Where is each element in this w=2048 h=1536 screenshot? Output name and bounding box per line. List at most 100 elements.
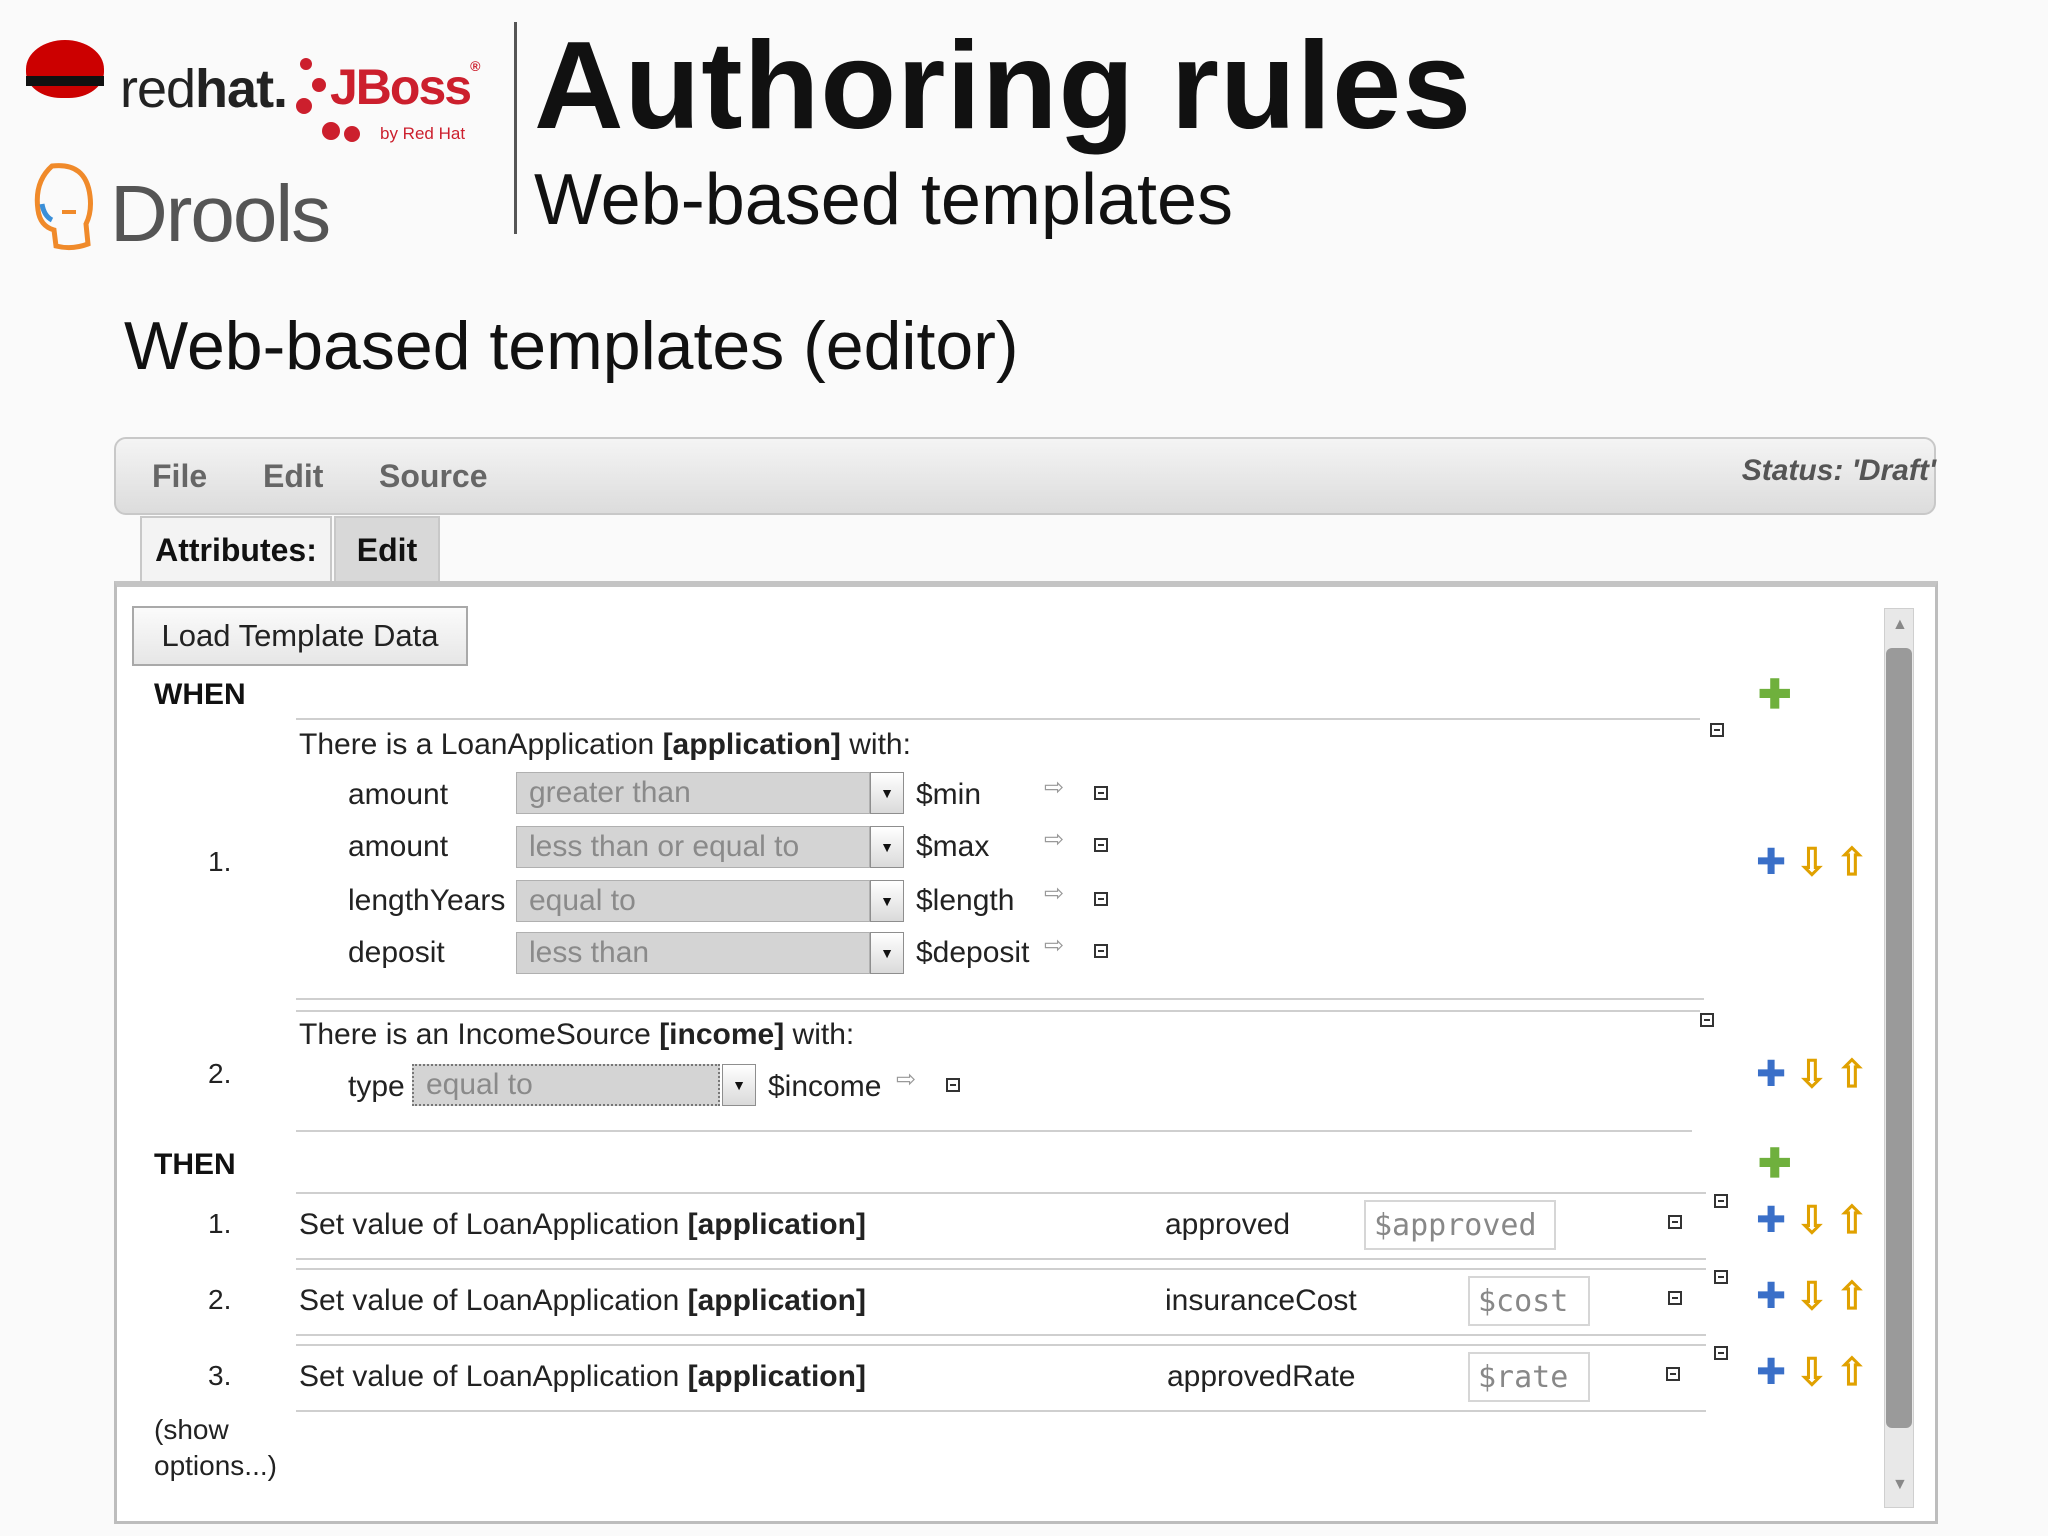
condition-1-bottom-line	[296, 998, 1704, 1000]
operator-select[interactable]: less than	[516, 932, 870, 974]
edit-value-icon[interactable]: ⇨	[896, 1068, 936, 1104]
chevron-down-icon[interactable]: ▼	[870, 772, 904, 814]
arrow-up-icon[interactable]: ⇧	[1836, 1278, 1868, 1316]
jboss-dot-icon	[312, 78, 326, 92]
section-title: Web-based templates (editor)	[124, 308, 1019, 384]
jboss-byline: by Red Hat	[380, 124, 466, 143]
edit-value-icon[interactable]: ⇨	[1044, 934, 1084, 970]
condition-2-pattern: There is an IncomeSource [income] with:	[299, 1018, 855, 1051]
operator-select[interactable]: less than or equal to	[516, 826, 870, 868]
header-divider	[514, 22, 517, 234]
show-options-link-line1[interactable]: (show	[154, 1414, 229, 1446]
drools-logo: Drools	[110, 169, 331, 258]
redhat-logo: redhat.	[120, 59, 288, 119]
action-2-text: Set value of LoanApplication [applicatio…	[299, 1284, 866, 1317]
arrow-down-icon[interactable]: ⇩	[1796, 844, 1828, 882]
jboss-dot-icon	[300, 58, 312, 70]
arrow-down-icon[interactable]: ⇩	[1796, 1056, 1828, 1094]
chevron-down-icon[interactable]: ▼	[870, 880, 904, 922]
condition-2-number: 2.	[208, 1058, 232, 1089]
remove-constraint-minus-icon[interactable]	[1094, 838, 1108, 852]
remove-constraint-minus-icon[interactable]	[946, 1078, 960, 1092]
edit-value-icon[interactable]: ⇨	[1044, 828, 1084, 864]
action-1-bottom-line	[296, 1258, 1706, 1260]
show-options-link-line2[interactable]: options...)	[154, 1450, 277, 1482]
remove-field-minus-icon[interactable]	[1666, 1367, 1680, 1381]
insert-below-icon[interactable]: ✚	[1756, 844, 1786, 880]
arrow-up-icon[interactable]: ⇧	[1836, 1056, 1868, 1094]
operator-select[interactable]: equal to	[516, 880, 870, 922]
load-template-data-button[interactable]: Load Template Data	[132, 606, 468, 666]
redhat-hat-band	[26, 76, 104, 86]
remove-action-2-minus-icon[interactable]	[1714, 1270, 1728, 1284]
chevron-down-icon[interactable]: ▼	[870, 826, 904, 868]
page-subtitle: Web-based templates	[534, 160, 1234, 240]
chevron-down-icon[interactable]: ▼	[722, 1064, 756, 1106]
action-2-bottom-line	[296, 1334, 1706, 1336]
arrow-up-icon[interactable]: ⇧	[1836, 1202, 1868, 1240]
scroll-down-icon[interactable]: ▼	[1892, 1476, 1908, 1494]
remove-field-minus-icon[interactable]	[1668, 1215, 1682, 1229]
remove-condition-1-minus-icon[interactable]	[1710, 723, 1724, 737]
jboss-logo: JBoss®	[330, 58, 481, 115]
action-value-input[interactable]: $cost	[1468, 1276, 1590, 1326]
constraint-variable: $max	[916, 830, 990, 863]
tab-edit[interactable]: Edit	[334, 516, 440, 582]
arrow-down-icon[interactable]: ⇩	[1796, 1202, 1828, 1240]
menu-file[interactable]: File	[152, 458, 207, 495]
arrow-down-icon[interactable]: ⇩	[1796, 1354, 1828, 1392]
when-label: WHEN	[154, 678, 246, 711]
menu-source[interactable]: Source	[379, 458, 487, 495]
remove-constraint-minus-icon[interactable]	[1094, 892, 1108, 906]
insert-below-icon[interactable]: ✚	[1756, 1056, 1786, 1092]
action-1-top-line	[296, 1192, 1706, 1194]
remove-condition-2-minus-icon[interactable]	[1700, 1013, 1714, 1027]
arrow-up-icon[interactable]: ⇧	[1836, 844, 1868, 882]
edit-value-icon[interactable]: ⇨	[1044, 776, 1084, 812]
page-title: Authoring rules	[534, 17, 1473, 155]
remove-action-3-minus-icon[interactable]	[1714, 1346, 1728, 1360]
arrow-up-icon[interactable]: ⇧	[1836, 1354, 1868, 1392]
tab-attributes[interactable]: Attributes:	[140, 516, 332, 582]
action-2-number: 2.	[208, 1284, 232, 1315]
scrollbar-thumb[interactable]	[1886, 648, 1912, 1428]
menu-edit[interactable]: Edit	[263, 458, 323, 495]
action-2-top-line	[296, 1268, 1706, 1270]
action-3-text: Set value of LoanApplication [applicatio…	[299, 1360, 866, 1393]
condition-1-number: 1.	[208, 846, 232, 877]
action-3-top-line	[296, 1344, 1706, 1346]
constraint-variable: $deposit	[916, 936, 1030, 969]
condition-1-pattern: There is a LoanApplication [application]…	[299, 728, 911, 761]
edit-value-icon[interactable]: ⇨	[1044, 882, 1084, 918]
chevron-down-icon[interactable]: ▼	[870, 932, 904, 974]
action-value-input[interactable]: $approved	[1364, 1200, 1556, 1250]
action-field-label: approved	[1165, 1208, 1291, 1241]
action-3-number: 3.	[208, 1360, 232, 1391]
insert-below-icon[interactable]: ✚	[1756, 1354, 1786, 1390]
action-1-number: 1.	[208, 1208, 232, 1239]
scroll-up-icon[interactable]: ▲	[1892, 616, 1908, 634]
add-action-plus-icon[interactable]: ✚	[1758, 1144, 1792, 1184]
remove-action-1-minus-icon[interactable]	[1714, 1194, 1728, 1208]
arrow-down-icon[interactable]: ⇩	[1796, 1278, 1828, 1316]
operator-select[interactable]: equal to	[412, 1064, 720, 1106]
condition-2-top-line	[296, 1010, 1700, 1012]
redhat-hat-icon	[26, 40, 104, 98]
jboss-dot-icon	[344, 126, 360, 142]
add-condition-plus-icon[interactable]: ✚	[1758, 675, 1792, 715]
action-3-bottom-line	[296, 1410, 1706, 1412]
insert-below-icon[interactable]: ✚	[1756, 1278, 1786, 1314]
constraint-variable: $income	[768, 1070, 882, 1103]
operator-select[interactable]: greater than	[516, 772, 870, 814]
remove-constraint-minus-icon[interactable]	[1094, 786, 1108, 800]
jboss-dot-icon	[322, 122, 340, 140]
constraint-field: amount	[348, 778, 449, 811]
action-value-input[interactable]: $rate	[1468, 1352, 1590, 1402]
remove-field-minus-icon[interactable]	[1668, 1291, 1682, 1305]
constraint-field: lengthYears	[348, 884, 506, 917]
constraint-variable: $length	[916, 884, 1015, 917]
constraint-field: deposit	[348, 936, 445, 969]
remove-constraint-minus-icon[interactable]	[1094, 944, 1108, 958]
action-field-label: insuranceCost	[1165, 1284, 1357, 1317]
insert-below-icon[interactable]: ✚	[1756, 1202, 1786, 1238]
